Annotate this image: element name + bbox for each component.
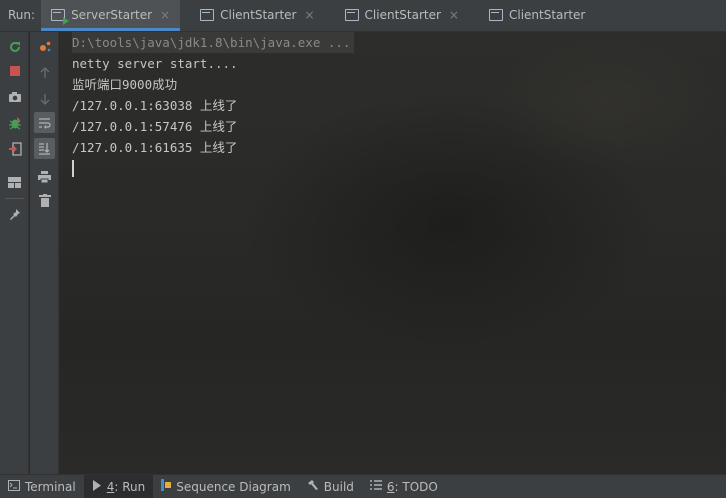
console-line: 监听端口9000成功	[72, 77, 178, 92]
service-icon[interactable]	[34, 36, 55, 57]
terminal-icon	[8, 479, 20, 494]
console-line: netty server start....	[72, 56, 238, 71]
tab-label: ClientStarter	[364, 8, 441, 22]
application-icon	[200, 9, 215, 21]
soft-wrap-icon[interactable]	[34, 112, 55, 133]
run-label: Run:	[8, 8, 36, 22]
up-arrow-icon[interactable]	[34, 62, 55, 83]
run-icon	[92, 479, 102, 494]
terminal-tool-button[interactable]: Terminal	[0, 475, 84, 498]
camera-icon[interactable]	[4, 86, 25, 107]
list-icon	[369, 480, 382, 493]
tab-server-starter[interactable]: ServerStarter ×	[41, 0, 181, 31]
run-toolbar-primary	[0, 32, 29, 474]
tab-label: ServerStarter	[71, 8, 153, 22]
stop-icon[interactable]	[4, 60, 25, 81]
exit-icon[interactable]	[4, 138, 25, 159]
down-arrow-icon[interactable]	[34, 88, 55, 109]
scroll-to-end-icon[interactable]	[34, 138, 55, 159]
tab-client-starter-3[interactable]: ClientStarter	[479, 0, 595, 31]
layout-icon[interactable]	[4, 172, 25, 193]
console-line: /127.0.0.1:63038 上线了	[72, 98, 238, 113]
console-line: /127.0.0.1:57476 上线了	[72, 119, 238, 134]
run-tool-button[interactable]: 4: Run	[83, 474, 154, 498]
tab-label: ClientStarter	[508, 8, 586, 22]
sequence-diagram-tool-button[interactable]: Sequence Diagram	[153, 475, 299, 498]
hammer-icon	[307, 479, 319, 494]
trash-icon[interactable]	[34, 190, 55, 211]
close-icon[interactable]: ×	[304, 8, 314, 22]
tab-client-starter-1[interactable]: ClientStarter ×	[190, 0, 324, 31]
application-icon	[488, 9, 503, 21]
print-icon[interactable]	[34, 166, 55, 187]
run-tabbar: Run: ServerStarter × ClientStarter × Cli…	[0, 0, 726, 32]
rerun-icon[interactable]	[4, 36, 25, 57]
close-icon[interactable]: ×	[449, 8, 459, 22]
command-line: D:\tools\java\jdk1.8\bin\java.exe ...	[72, 32, 355, 53]
debug-bug-icon[interactable]	[4, 112, 25, 133]
sequence-diagram-icon	[161, 479, 172, 494]
tab-client-starter-2[interactable]: ClientStarter ×	[335, 0, 469, 31]
console-output[interactable]: D:\tools\java\jdk1.8\bin\java.exe ... ne…	[60, 32, 726, 474]
close-icon[interactable]: ×	[160, 8, 170, 22]
pin-icon[interactable]	[4, 204, 25, 225]
tool-window-bar: Terminal 4: Run Sequence Diagram Build 6…	[0, 474, 726, 498]
tab-label: ClientStarter	[220, 8, 297, 22]
run-toolbar-secondary	[30, 32, 59, 474]
text-caret	[72, 160, 74, 177]
todo-tool-button[interactable]: 6: TODO	[362, 475, 446, 498]
application-icon	[344, 9, 359, 21]
console-line: /127.0.0.1:61635 上线了	[72, 140, 238, 155]
application-run-icon	[51, 9, 70, 25]
build-tool-button[interactable]: Build	[299, 475, 362, 498]
